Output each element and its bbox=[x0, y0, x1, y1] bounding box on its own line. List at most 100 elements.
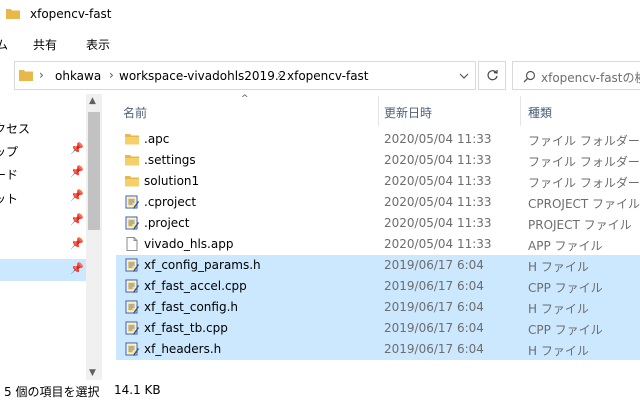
address-bar[interactable]: › ohkawa › workspace-vivadohls2019.2 › x… bbox=[14, 61, 476, 90]
file-type: ファイル フォルダー bbox=[528, 134, 640, 148]
pin-icon: 📌 bbox=[70, 237, 84, 250]
nav-item-selected[interactable]: 📌 bbox=[0, 259, 86, 281]
file-type: CPROJECT ファイル bbox=[528, 197, 640, 211]
nav-item-folder[interactable]: 📌 bbox=[0, 234, 86, 256]
column-divider[interactable] bbox=[378, 96, 379, 126]
tab-share[interactable]: 共有 bbox=[33, 36, 57, 53]
code-file-icon bbox=[125, 342, 139, 356]
file-icon bbox=[125, 237, 139, 251]
folder-icon bbox=[19, 70, 33, 81]
code-file-icon bbox=[125, 279, 139, 293]
file-type: H ファイル bbox=[528, 302, 589, 316]
folder-icon bbox=[6, 9, 20, 19]
file-row[interactable]: xf_headers.h 2019/06/17 6:04 H ファイル bbox=[116, 339, 640, 360]
folder-icon bbox=[125, 153, 139, 167]
folder-icon bbox=[125, 174, 139, 188]
address-row: › ohkawa › workspace-vivadohls2019.2 › x… bbox=[0, 56, 640, 94]
scroll-up-icon[interactable]: ▲ bbox=[89, 96, 96, 106]
refresh-button[interactable] bbox=[478, 61, 506, 90]
file-type: ファイル フォルダー bbox=[528, 155, 640, 169]
file-name: xf_config_params.h bbox=[144, 258, 261, 272]
file-date: 2019/06/17 6:04 bbox=[384, 258, 484, 272]
file-row[interactable]: solution1 2020/05/04 11:33 ファイル フォルダー bbox=[116, 171, 640, 192]
nav-item-pictures[interactable]: 📌 bbox=[0, 210, 86, 232]
code-file-icon bbox=[125, 216, 139, 230]
file-row[interactable]: xf_fast_tb.cpp 2019/06/17 6:04 CPP ファイル bbox=[116, 318, 640, 339]
file-date: 2019/06/17 6:04 bbox=[384, 342, 484, 356]
breadcrumb-workspace[interactable]: workspace-vivadohls2019.2 bbox=[119, 69, 286, 83]
pin-icon: 📌 bbox=[70, 262, 84, 275]
file-name: xf_fast_accel.cpp bbox=[144, 279, 247, 293]
file-name: .cproject bbox=[144, 195, 197, 209]
nav-item-quick-access[interactable]: クセス bbox=[0, 116, 86, 138]
file-type: H ファイル bbox=[528, 260, 589, 274]
scroll-down-icon[interactable]: ▼ bbox=[89, 368, 96, 378]
window-title: xfopencv-fast bbox=[30, 7, 112, 21]
file-row[interactable]: xf_fast_accel.cpp 2019/06/17 6:04 CPP ファイル bbox=[116, 276, 640, 297]
file-name: solution1 bbox=[144, 174, 200, 188]
file-name: .project bbox=[144, 216, 190, 230]
search-box[interactable]: xfopencv-fastの検索 bbox=[512, 61, 640, 90]
file-row[interactable]: .cproject 2020/05/04 11:33 CPROJECT ファイル bbox=[116, 192, 640, 213]
tab-home[interactable]: ム bbox=[0, 36, 8, 53]
file-type: CPP ファイル bbox=[528, 323, 603, 337]
status-bar: 5 個の項目を選択 14.1 KB bbox=[0, 380, 640, 402]
nav-item-downloads[interactable]: ード 📌 bbox=[0, 162, 86, 184]
file-row[interactable]: .settings 2020/05/04 11:33 ファイル フォルダー bbox=[116, 150, 640, 171]
column-header: ^ 名前 更新日時 種類 bbox=[102, 94, 640, 128]
file-date: 2019/06/17 6:04 bbox=[384, 321, 484, 335]
file-date: 2020/05/04 11:33 bbox=[384, 237, 492, 251]
file-type: APP ファイル bbox=[528, 239, 603, 253]
file-row[interactable]: .project 2020/05/04 11:33 PROJECT ファイル bbox=[116, 213, 640, 234]
file-date: 2020/05/04 11:33 bbox=[384, 216, 492, 230]
code-file-icon bbox=[125, 195, 139, 209]
file-date: 2020/05/04 11:33 bbox=[384, 153, 492, 167]
nav-item-label: クセス bbox=[0, 122, 31, 136]
search-input[interactable]: xfopencv-fastの検索 bbox=[541, 69, 640, 86]
file-date: 2020/05/04 11:33 bbox=[384, 132, 492, 146]
file-name: vivado_hls.app bbox=[144, 237, 234, 251]
nav-scrollbar[interactable]: ▲ ▼ bbox=[86, 94, 102, 380]
search-icon bbox=[523, 70, 536, 83]
pin-icon: 📌 bbox=[70, 213, 84, 226]
file-row[interactable]: xf_config_params.h 2019/06/17 6:04 H ファイル bbox=[116, 255, 640, 276]
column-header-date[interactable]: 更新日時 bbox=[384, 104, 432, 121]
file-name: .settings bbox=[144, 153, 196, 167]
file-date: 2019/06/17 6:04 bbox=[384, 300, 484, 314]
selection-size: 14.1 KB bbox=[114, 383, 161, 397]
breadcrumb-separator: › bbox=[39, 68, 44, 82]
breadcrumb-current[interactable]: xfopencv-fast bbox=[287, 69, 369, 83]
tab-view[interactable]: 表示 bbox=[86, 36, 110, 53]
file-type: CPP ファイル bbox=[528, 281, 603, 295]
file-row[interactable]: .apc 2020/05/04 11:33 ファイル フォルダー bbox=[116, 129, 640, 150]
breadcrumb-separator: › bbox=[109, 68, 114, 82]
nav-item-label: ップ bbox=[0, 145, 19, 159]
file-type: PROJECT ファイル bbox=[528, 218, 632, 232]
pin-icon: 📌 bbox=[70, 142, 84, 155]
nav-item-label: ード bbox=[0, 168, 19, 182]
refresh-icon bbox=[487, 70, 498, 81]
scroll-thumb[interactable] bbox=[88, 112, 100, 230]
file-row[interactable]: vivado_hls.app 2020/05/04 11:33 APP ファイル bbox=[116, 234, 640, 255]
code-file-icon bbox=[125, 300, 139, 314]
nav-item-documents[interactable]: ット 📌 bbox=[0, 186, 86, 208]
file-list: ^ 名前 更新日時 種類 .apc 2020/05/04 11:33 ファイル フォ… bbox=[102, 94, 640, 380]
column-header-type[interactable]: 種類 bbox=[528, 104, 552, 121]
column-divider[interactable] bbox=[520, 96, 521, 126]
pin-icon: 📌 bbox=[70, 189, 84, 202]
folder-icon bbox=[125, 132, 139, 146]
file-row[interactable]: xf_fast_config.h 2019/06/17 6:04 H ファイル bbox=[116, 297, 640, 318]
file-date: 2020/05/04 11:33 bbox=[384, 174, 492, 188]
ribbon: ム 共有 表示 bbox=[0, 30, 640, 56]
nav-item-desktop[interactable]: ップ 📌 bbox=[0, 139, 86, 161]
chevron-down-icon[interactable] bbox=[459, 71, 469, 81]
file-name: xf_headers.h bbox=[144, 342, 222, 356]
column-header-name[interactable]: 名前 bbox=[123, 104, 147, 121]
sort-ascending-icon: ^ bbox=[241, 94, 249, 104]
code-file-icon bbox=[125, 321, 139, 335]
pin-icon: 📌 bbox=[70, 165, 84, 178]
file-name: xf_fast_config.h bbox=[144, 300, 239, 314]
breadcrumb-ohkawa[interactable]: ohkawa bbox=[55, 69, 101, 83]
file-name: .apc bbox=[144, 132, 170, 146]
file-date: 2019/06/17 6:04 bbox=[384, 279, 484, 293]
